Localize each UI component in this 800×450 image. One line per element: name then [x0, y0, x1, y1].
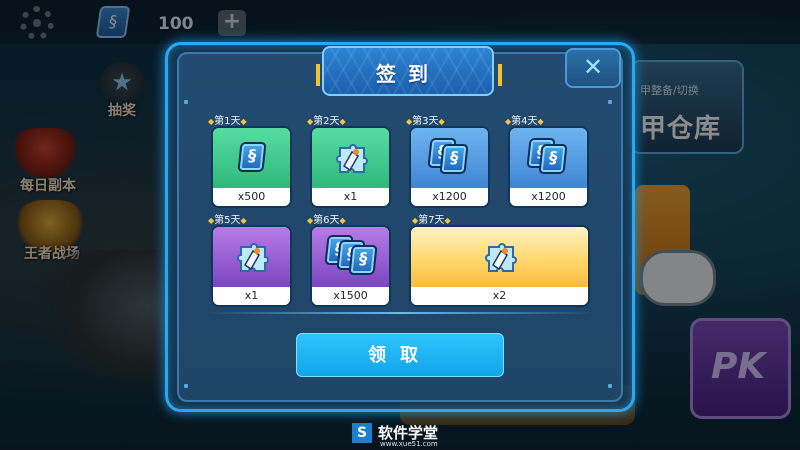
day-label-7: ◆第7天◆	[412, 215, 451, 226]
ticket-icon	[237, 142, 267, 172]
reward-day-1[interactable]: x500	[211, 126, 292, 208]
title-decoration-right	[498, 64, 502, 86]
reward-qty: x1500	[312, 287, 389, 305]
mech-puzzle-icon	[485, 243, 517, 272]
ticket-icon	[439, 144, 469, 174]
reward-qty: x1	[213, 287, 290, 305]
dialog-divider	[205, 312, 595, 314]
title-decoration-left	[316, 64, 320, 86]
reward-day-7[interactable]: x2	[409, 225, 590, 307]
mech-puzzle-icon	[237, 243, 269, 272]
reward-qty: x1200	[510, 188, 587, 206]
claim-button[interactable]: 领取	[296, 333, 504, 377]
dialog-title: 签到	[376, 62, 440, 86]
close-icon: ✕	[582, 53, 604, 81]
reward-day-6[interactable]: x1500	[310, 225, 391, 307]
reward-qty: x1	[312, 188, 389, 206]
ticket-icon	[538, 144, 568, 174]
reward-day-5[interactable]: x1	[211, 225, 292, 307]
ticket-icon	[348, 245, 378, 275]
reward-qty: x2	[411, 287, 588, 305]
corner-dot	[184, 100, 188, 104]
reward-qty: x500	[213, 188, 290, 206]
corner-dot	[608, 100, 612, 104]
day-label-4: ◆第4天◆	[505, 116, 544, 127]
corner-dot	[608, 384, 612, 388]
watermark-url: www.xue51.com	[380, 440, 438, 448]
day-label-3: ◆第3天◆	[406, 116, 445, 127]
mech-puzzle-icon	[336, 144, 368, 173]
day-label-1: ◆第1天◆	[208, 116, 247, 127]
dialog-title-tab: 签到	[322, 46, 494, 96]
reward-qty: x1200	[411, 188, 488, 206]
reward-day-4[interactable]: x1200	[508, 126, 589, 208]
watermark-logo-icon: S	[352, 423, 372, 443]
reward-day-2[interactable]: x1	[310, 126, 391, 208]
reward-day-3[interactable]: x1200	[409, 126, 490, 208]
day-label-2: ◆第2天◆	[307, 116, 346, 127]
close-button[interactable]: ✕	[565, 48, 621, 88]
corner-dot	[184, 384, 188, 388]
day-label-6: ◆第6天◆	[307, 215, 346, 226]
day-label-5: ◆第5天◆	[208, 215, 247, 226]
